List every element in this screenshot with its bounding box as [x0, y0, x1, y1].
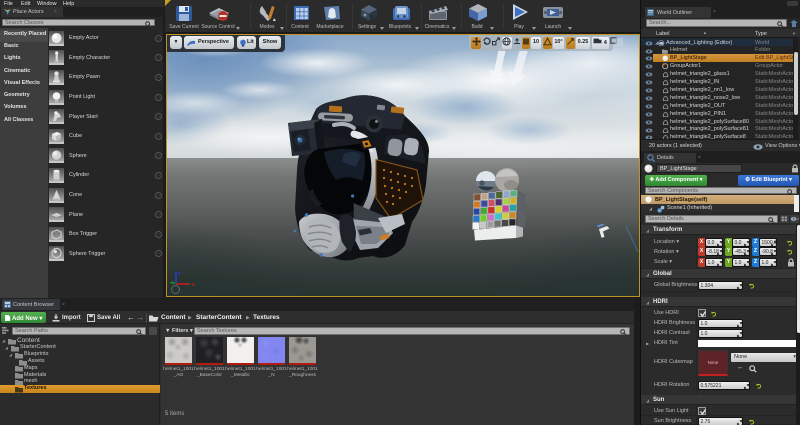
svg-text:x: x [192, 282, 196, 288]
svg-text:z: z [178, 271, 181, 277]
